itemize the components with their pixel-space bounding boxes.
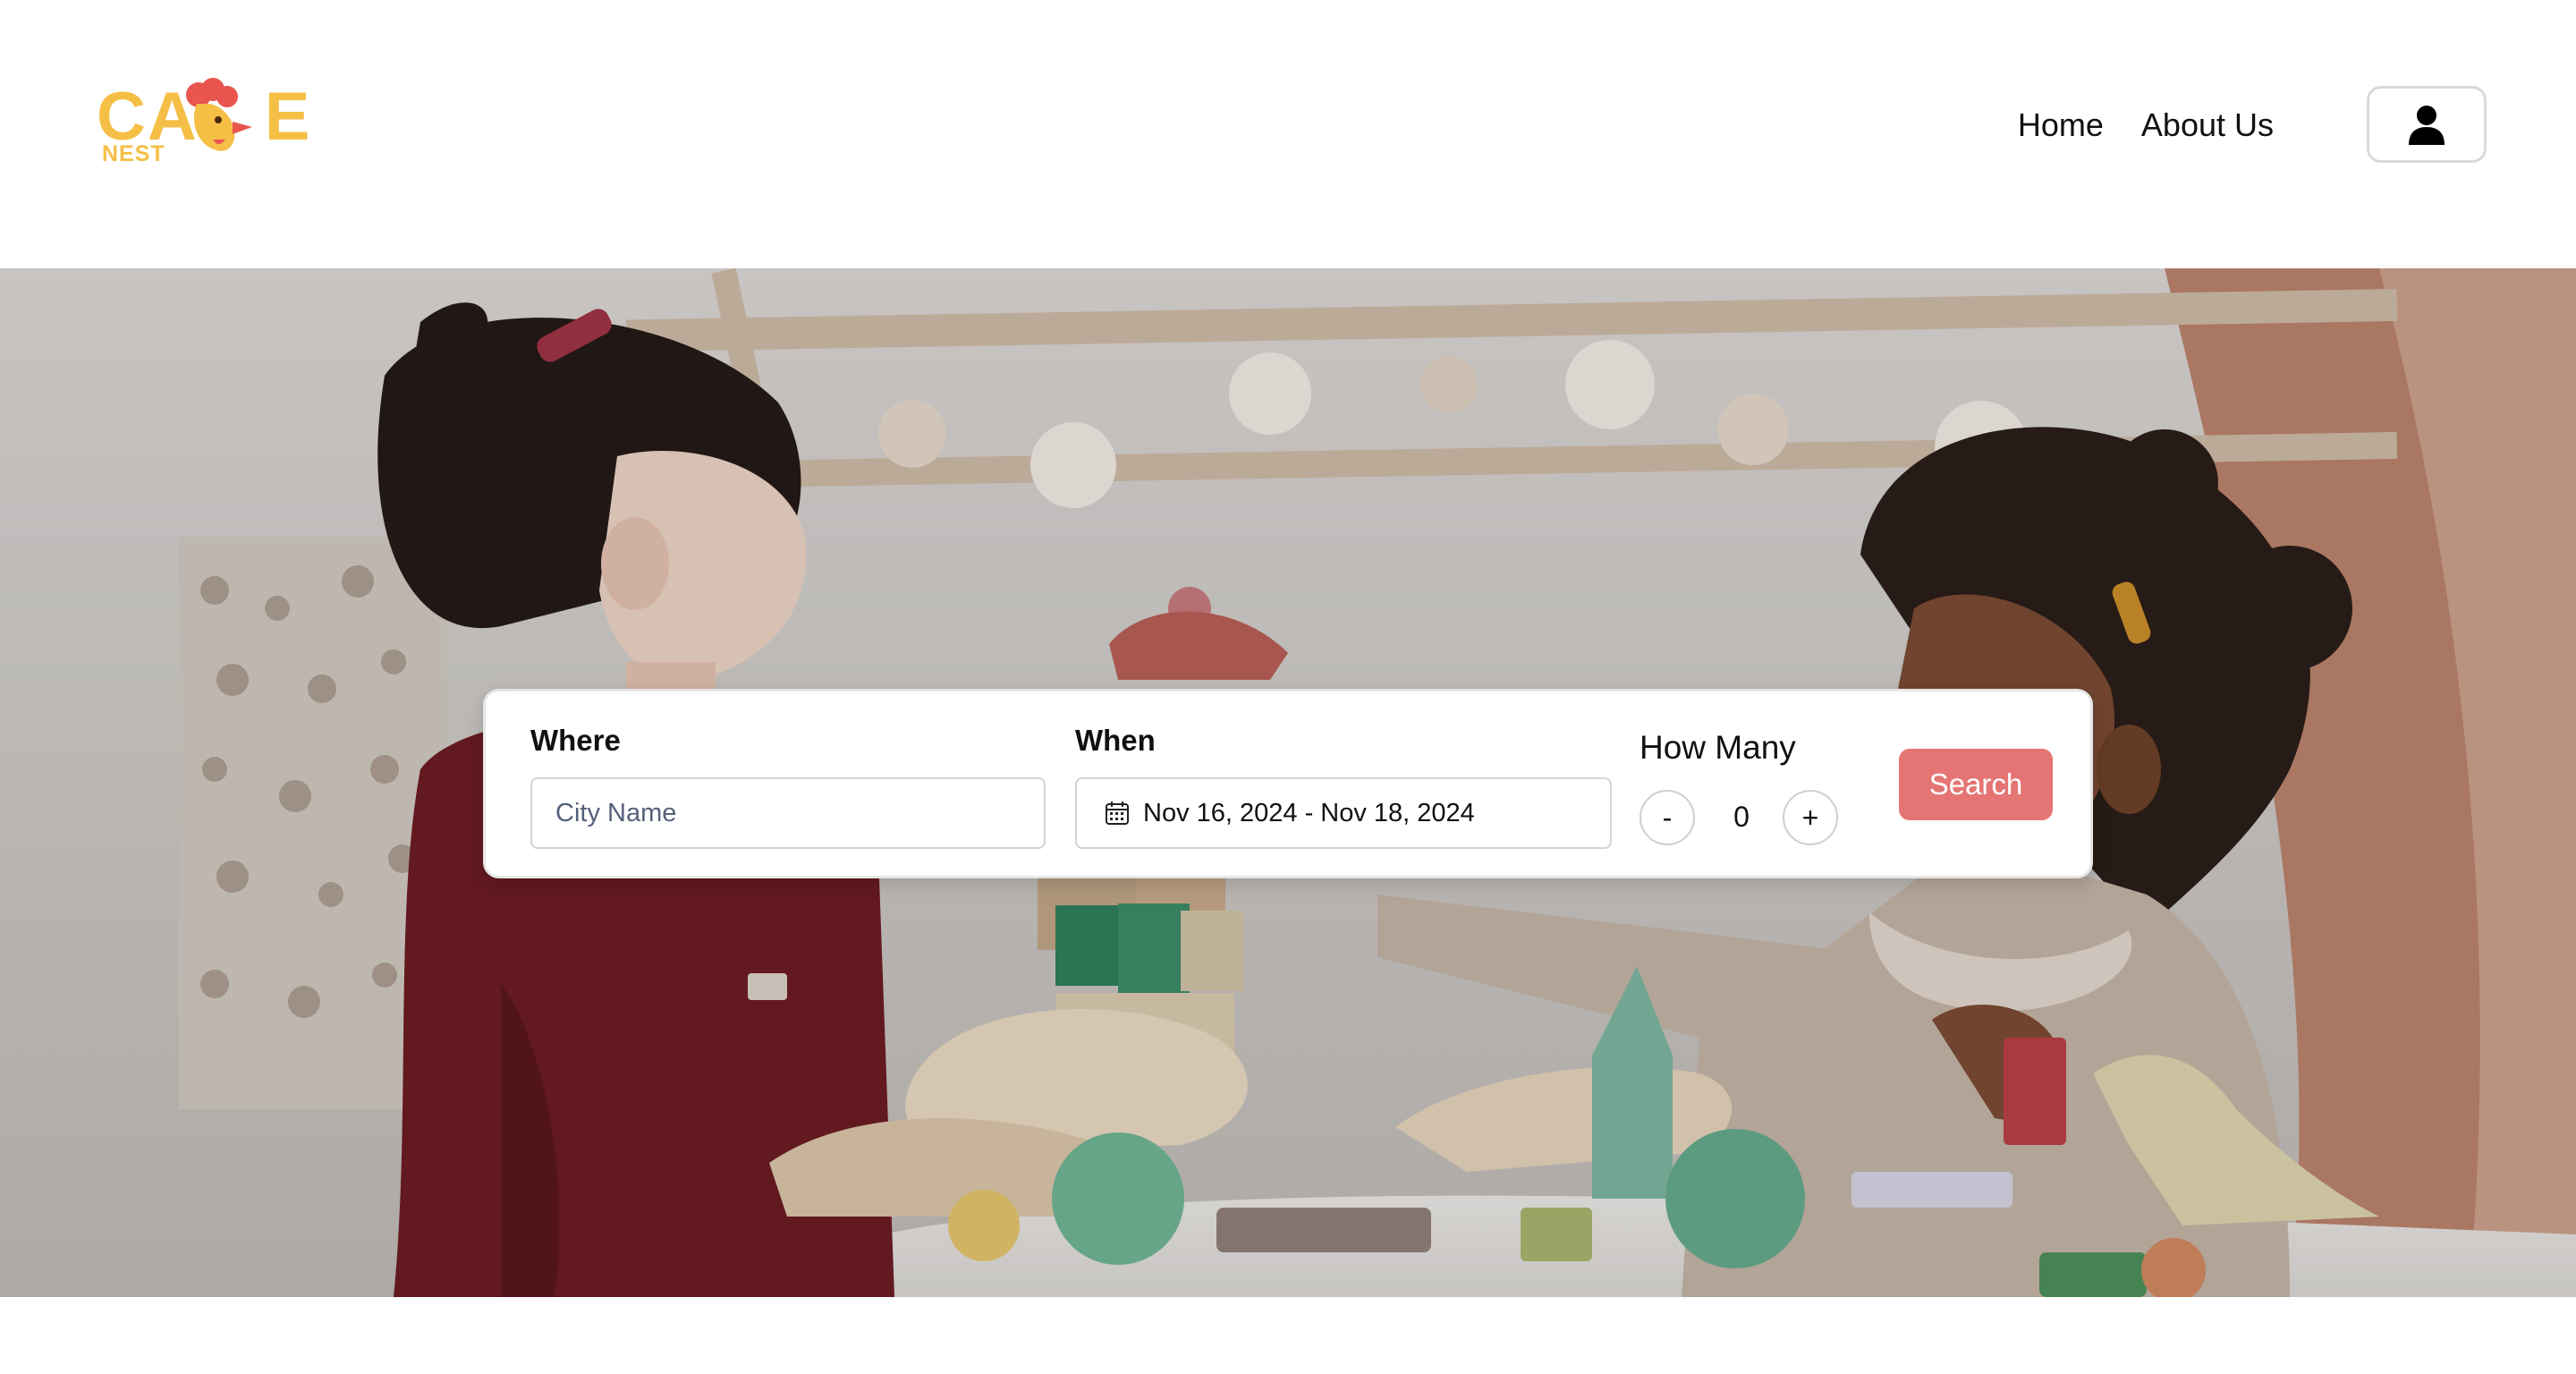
site-header: CA E NEST Home About Us xyxy=(0,0,2576,268)
guest-count: 0 xyxy=(1733,801,1750,833)
increment-button[interactable]: + xyxy=(1783,790,1838,845)
main-nav: Home About Us xyxy=(2018,100,2274,150)
city-name-input[interactable] xyxy=(532,779,1044,847)
nav-about-us[interactable]: About Us xyxy=(2141,100,2274,150)
care-nest-logo[interactable]: CA E NEST xyxy=(97,77,309,166)
logo-word-right: E xyxy=(264,79,312,155)
date-range-picker[interactable]: Nov 16, 2024 - Nov 18, 2024 xyxy=(1075,777,1612,849)
user-icon xyxy=(2409,106,2445,145)
logo-subtitle: NEST xyxy=(102,141,165,166)
decrement-button[interactable]: - xyxy=(1640,790,1695,845)
date-range-value: Nov 16, 2024 - Nov 18, 2024 xyxy=(1143,798,1475,827)
where-field xyxy=(530,777,1046,849)
nav-home[interactable]: Home xyxy=(2018,100,2104,150)
when-label: When xyxy=(1075,724,1156,757)
where-label: Where xyxy=(530,724,621,757)
chicken-logo-icon xyxy=(186,78,252,151)
user-account-button[interactable] xyxy=(2367,86,2487,163)
calendar-icon xyxy=(1106,802,1129,825)
search-button[interactable]: Search xyxy=(1899,749,2053,820)
search-panel: Where When Nov 16, 2024 - Nov 18, 2024 H… xyxy=(483,689,2093,878)
how-many-label: How Many xyxy=(1640,729,1796,766)
